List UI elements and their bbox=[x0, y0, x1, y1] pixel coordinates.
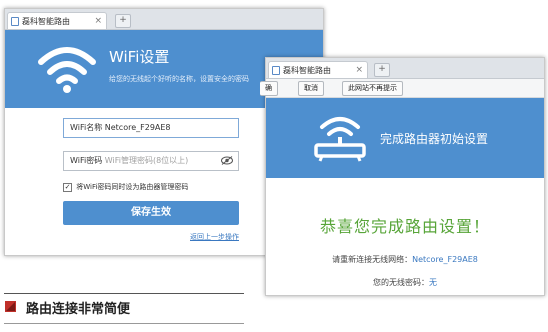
password-info: 您的无线密码：无 bbox=[266, 277, 544, 288]
same-password-option: ✓ 将WiFi密码同时设为路由器管理密码 bbox=[63, 182, 188, 192]
password-label: 您的无线密码： bbox=[373, 278, 429, 287]
setup-complete-header: 完成路由器初始设置 bbox=[266, 98, 544, 178]
tab-close-icon[interactable]: × bbox=[355, 62, 363, 79]
section-heading: 路由连接非常简便 bbox=[4, 293, 244, 320]
page-icon bbox=[272, 66, 280, 75]
wifi-password-label: WiFi密码 bbox=[70, 156, 103, 165]
same-password-checkbox[interactable]: ✓ bbox=[63, 182, 72, 192]
browser-tab-bar: 磊科智能路由 × + bbox=[266, 58, 544, 79]
wifi-name-label: WiFi名称 bbox=[70, 123, 103, 132]
browser-tab[interactable]: 磊科智能路由 × bbox=[7, 12, 107, 29]
new-tab-button[interactable]: + bbox=[115, 14, 131, 28]
wifi-name-field[interactable]: WiFi名称 Netcore_F29AE8 bbox=[63, 118, 239, 138]
eye-icon[interactable] bbox=[221, 156, 233, 165]
wifi-password-placeholder: WiFi管理密码(8位以上) bbox=[104, 156, 189, 165]
reconnect-info: 请重新连接无线网络：Netcore_F29AE8 bbox=[266, 254, 544, 265]
page-icon bbox=[11, 17, 19, 26]
section-title: 路由连接非常简便 bbox=[26, 302, 131, 317]
setup-complete-window: 磊科智能路由 × + 确 取消 此网站不再提示 完成路由器初始设置 恭喜您完成路… bbox=[260, 57, 545, 296]
page-title: 完成路由器初始设置 bbox=[380, 132, 489, 146]
confirm-button[interactable]: 确 bbox=[260, 81, 278, 96]
congrats-message: 恭喜您完成路由设置！ bbox=[319, 217, 490, 236]
wifi-password-field[interactable]: WiFi密码 WiFi管理密码(8位以上) bbox=[63, 151, 239, 171]
tab-close-icon[interactable]: × bbox=[94, 13, 102, 30]
tab-title: 磊科智能路由 bbox=[22, 17, 70, 26]
tab-title: 磊科智能路由 bbox=[283, 66, 331, 75]
wifi-name-value: Netcore_F29AE8 bbox=[104, 123, 171, 132]
router-icon bbox=[314, 117, 366, 162]
browser-tab-bar: 磊科智能路由 × + bbox=[5, 9, 323, 30]
no-prompt-button[interactable]: 此网站不再提示 bbox=[342, 81, 403, 96]
same-password-label: 将WiFi密码同时设为路由器管理密码 bbox=[76, 183, 189, 191]
password-value: 无 bbox=[429, 278, 437, 287]
cancel-button[interactable]: 取消 bbox=[298, 81, 324, 96]
save-button[interactable]: 保存生效 bbox=[63, 201, 239, 225]
back-link[interactable]: 返回上一步操作 bbox=[190, 232, 239, 242]
reconnect-label: 请重新连接无线网络： bbox=[332, 255, 413, 264]
network-name: Netcore_F29AE8 bbox=[412, 255, 478, 264]
page-subtitle: 给您的无线起个好听的名称，设置安全的密码 bbox=[109, 75, 249, 83]
page-title: WiFi设置 bbox=[109, 48, 170, 66]
wifi-icon bbox=[38, 47, 96, 93]
section-marker-icon bbox=[5, 301, 16, 312]
new-tab-button[interactable]: + bbox=[374, 63, 390, 77]
prompt-toolbar: 确 取消 此网站不再提示 bbox=[260, 79, 544, 98]
section-divider bbox=[4, 323, 244, 324]
browser-tab[interactable]: 磊科智能路由 × bbox=[268, 61, 368, 78]
